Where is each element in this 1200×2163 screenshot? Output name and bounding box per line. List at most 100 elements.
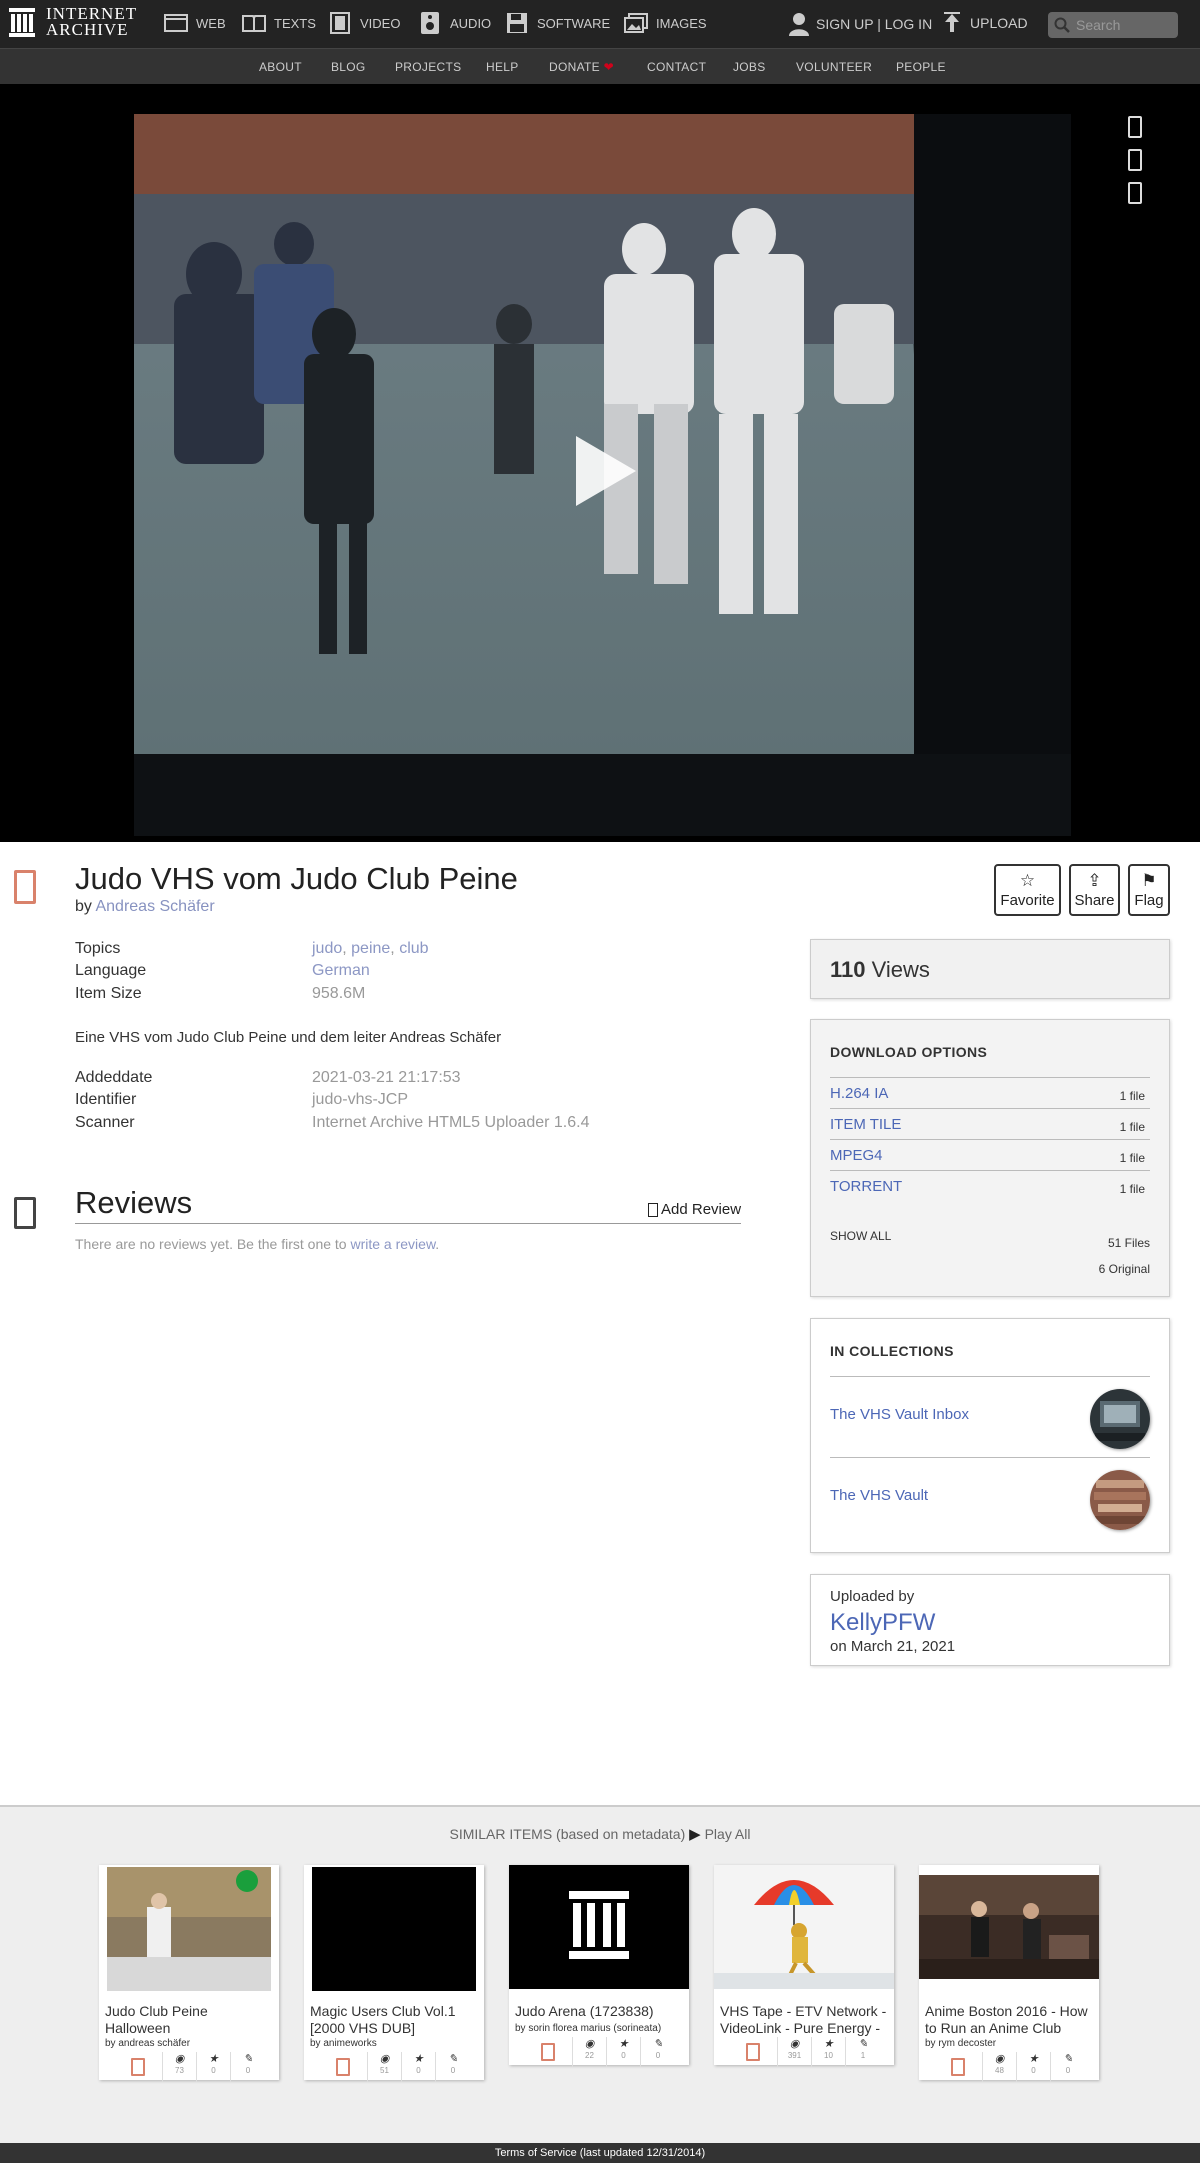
collection-thumbnail[interactable] <box>1090 1389 1150 1449</box>
similar-item-title[interactable]: Magic Users Club Vol.1 [2000 VHS DUB] <box>310 2003 480 2037</box>
video-player[interactable] <box>134 114 1071 836</box>
collection-link[interactable]: The VHS Vault Inbox <box>830 1406 969 1423</box>
similar-item-thumbnail[interactable] <box>312 1867 476 1991</box>
internet-archive-logo[interactable]: INTERNET ARCHIVE <box>8 5 137 38</box>
item-size-value: 958.6M <box>312 985 366 1002</box>
upload-link[interactable]: UPLOAD <box>942 12 1028 34</box>
similar-item-title[interactable]: VHS Tape - ETV Network - VideoLink - Pur… <box>720 2003 890 2037</box>
terms-of-service-link[interactable]: Terms of Service (last updated 12/31/201… <box>495 2147 705 2159</box>
eye-icon: ◉ <box>379 2053 390 2065</box>
topic-link[interactable]: judo <box>312 940 342 957</box>
nav-software[interactable]: SOFTWARE <box>505 12 610 34</box>
star-icon: ★ <box>618 2038 629 2050</box>
similar-item-title[interactable]: Judo Club Peine Halloween <box>105 2003 275 2037</box>
comment-icon: ✎ <box>448 2053 458 2065</box>
collection-link[interactable]: The VHS Vault <box>830 1487 928 1504</box>
similar-item-tile[interactable]: Judo Club Peine Halloween by andreas sch… <box>99 1865 279 2082</box>
similar-item-stats: ◉ 73 ★ 0 ✎ 0 <box>99 2052 279 2082</box>
fullscreen-icon[interactable] <box>1128 182 1142 204</box>
download-option-link[interactable]: ITEM TILE <box>830 1116 901 1133</box>
views-value: 22 <box>585 2051 594 2060</box>
similar-item-tile[interactable]: Anime Boston 2016 - How to Run an Anime … <box>919 1865 1099 2082</box>
movies-icon <box>14 870 36 904</box>
nav-images[interactable]: IMAGES <box>624 12 707 34</box>
subnav-donate[interactable]: DONATE ❤ <box>549 60 614 74</box>
subnav-volunteer[interactable]: VOLUNTEER <box>796 60 872 74</box>
download-option-row: H.264 IA 1 file <box>830 1077 1150 1108</box>
play-icon: ▶ <box>689 1826 701 1843</box>
uploader-link[interactable]: KellyPFW <box>830 1609 935 1637</box>
collection-thumbnail[interactable] <box>1090 1470 1150 1530</box>
views-value: 73 <box>175 2066 184 2075</box>
play-all-button[interactable]: ▶ Play All <box>689 1826 750 1843</box>
language-link[interactable]: German <box>312 962 370 979</box>
creator-link[interactable]: Andreas Schäfer <box>95 898 214 915</box>
reviews-stat: ✎ 0 <box>1051 2052 1085 2082</box>
search-icon[interactable] <box>1054 17 1070 33</box>
similar-item-thumbnail[interactable] <box>107 1867 271 1991</box>
topic-link[interactable]: peine <box>351 940 390 957</box>
collection-row[interactable]: The VHS Vault <box>830 1457 1150 1538</box>
subnav-blog[interactable]: BLOG <box>331 60 366 74</box>
subnav-people[interactable]: PEOPLE <box>896 60 946 74</box>
collections-heading: IN COLLECTIONS <box>830 1343 954 1359</box>
download-option-count: 1 file <box>1119 1089 1145 1103</box>
similar-item-tile[interactable]: Judo Arena (1723838) by sorin florea mar… <box>509 1865 689 2067</box>
search-input[interactable] <box>1076 17 1172 33</box>
write-review-link[interactable]: write a review <box>350 1236 435 1252</box>
signup-login-link[interactable]: SIGN UP | LOG IN <box>788 12 932 36</box>
reviews-value: 0 <box>245 2066 251 2075</box>
film-icon <box>328 12 352 34</box>
similar-items-section: SIMILAR ITEMS (based on metadata) ▶ Play… <box>0 1805 1200 2143</box>
subnav-help[interactable]: HELP <box>486 60 519 74</box>
flag-button[interactable]: ⚑ Flag <box>1128 864 1170 916</box>
download-option-link[interactable]: H.264 IA <box>830 1085 888 1102</box>
comment-icon: ✎ <box>1063 2053 1073 2065</box>
similar-item-thumbnail[interactable] <box>509 1865 689 1989</box>
similar-item-title[interactable]: Anime Boston 2016 - How to Run an Anime … <box>925 2003 1095 2037</box>
eye-icon: ◉ <box>789 2038 800 2050</box>
share-button[interactable]: ⇪ Share <box>1069 864 1120 916</box>
identifier-label: Identifier <box>75 1091 137 1108</box>
play-button[interactable] <box>576 436 636 506</box>
video-theatre <box>0 84 1200 842</box>
image-icon <box>624 12 648 34</box>
download-option-link[interactable]: MPEG4 <box>830 1147 883 1164</box>
favorite-button[interactable]: ☆ Favorite <box>994 864 1061 916</box>
download-option-row: ITEM TILE 1 file <box>830 1108 1150 1139</box>
nav-texts[interactable]: TEXTS <box>242 12 316 34</box>
show-all-link[interactable]: SHOW ALL <box>830 1229 891 1243</box>
thumbnail-view-icon[interactable] <box>1128 116 1142 138</box>
nav-audio[interactable]: AUDIO <box>418 12 491 34</box>
similar-item-tile[interactable]: Magic Users Club Vol.1 [2000 VHS DUB] by… <box>304 1865 484 2082</box>
similar-item-thumbnail[interactable] <box>919 1875 1099 1979</box>
topic-link[interactable]: club <box>399 940 428 957</box>
subnav-jobs[interactable]: JOBS <box>733 60 766 74</box>
subnav-projects[interactable]: PROJECTS <box>395 60 461 74</box>
add-review-button[interactable]: Add Review <box>648 1201 741 1218</box>
favorites-stat: ★ 10 <box>812 2037 846 2067</box>
similar-item-thumbnail[interactable] <box>714 1865 894 1989</box>
subnav-about[interactable]: ABOUT <box>259 60 302 74</box>
footer: Terms of Service (last updated 12/31/201… <box>0 2143 1200 2163</box>
similar-item-tile[interactable]: VHS Tape - ETV Network - VideoLink - Pur… <box>714 1865 894 2067</box>
favorites-value: 0 <box>211 2066 216 2075</box>
collection-row[interactable]: The VHS Vault Inbox <box>830 1376 1150 1457</box>
reviews-stat: ✎ 0 <box>641 2037 675 2067</box>
book-view-icon[interactable] <box>1128 149 1142 171</box>
comment-icon: ✎ <box>858 2038 868 2050</box>
favorites-value: 0 <box>621 2051 626 2060</box>
nav-video[interactable]: VIDEO <box>328 12 400 34</box>
reviews-icon <box>14 1197 36 1229</box>
original-count: 6 Original <box>1098 1262 1150 1276</box>
download-option-link[interactable]: TORRENT <box>830 1178 902 1195</box>
topics-label: Topics <box>75 940 121 957</box>
book-icon <box>242 12 266 34</box>
views-stat: ◉ 22 <box>573 2037 607 2067</box>
addeddate-label: Addeddate <box>75 1069 153 1086</box>
similar-item-title[interactable]: Judo Arena (1723838) <box>515 2003 685 2020</box>
nav-web[interactable]: WEB <box>164 12 226 34</box>
subnav-contact[interactable]: CONTACT <box>647 60 706 74</box>
user-icon <box>789 13 809 36</box>
views-value: 48 <box>995 2066 1004 2075</box>
